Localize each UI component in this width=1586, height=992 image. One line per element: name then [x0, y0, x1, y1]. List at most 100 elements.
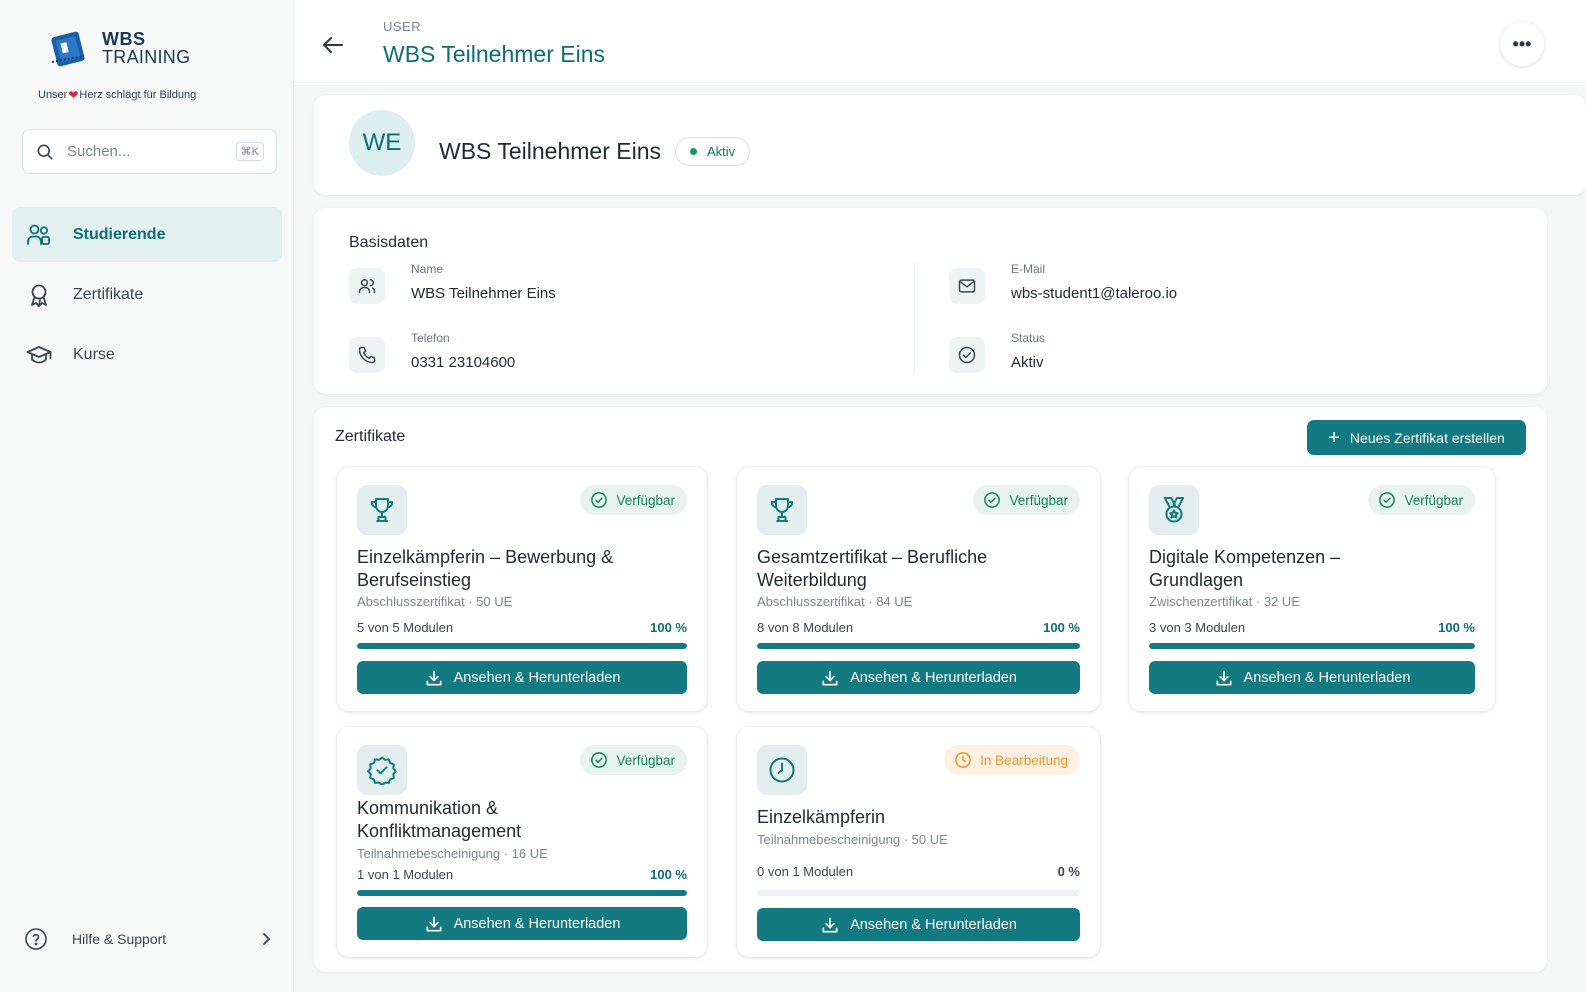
- progress-bar: [1149, 643, 1475, 649]
- new-certificate-label: Neues Zertifikat erstellen: [1349, 429, 1505, 446]
- download-button-label: Ansehen & Herunterladen: [453, 669, 621, 686]
- status-badge: Verfügbar: [580, 745, 687, 775]
- plus-icon: +: [1328, 426, 1340, 449]
- download-button-label: Ansehen & Herunterladen: [850, 916, 1017, 933]
- download-button[interactable]: Ansehen & Herunterladen: [757, 661, 1080, 694]
- progress-percent: 100 %: [650, 620, 687, 635]
- help-support-link[interactable]: Hilfe & Support: [24, 922, 274, 956]
- back-button[interactable]: [320, 32, 346, 58]
- certificate-card: Verfügbar Einzelkämpferin – Bewerbung & …: [337, 467, 707, 711]
- new-certificate-button[interactable]: + Neues Zertifikat erstellen: [1307, 420, 1526, 455]
- field-label: E-Mail: [1011, 262, 1046, 276]
- status-badge-label: Aktiv: [707, 144, 736, 159]
- certificate-title-line: Digitale Kompetenzen –: [1149, 547, 1341, 567]
- certificate-card: Verfügbar Digitale Kompetenzen – Grundla…: [1129, 467, 1495, 711]
- phone-icon: [358, 346, 376, 364]
- status-dot-icon: [690, 148, 697, 155]
- download-button[interactable]: Ansehen & Herunterladen: [1149, 661, 1475, 694]
- check-circle-icon: [591, 492, 608, 508]
- heart-icon: ❤: [68, 88, 79, 102]
- certificate-title-line: Konfliktmanagement: [357, 821, 522, 841]
- certificate-title-line: Kommunikation &: [357, 798, 499, 818]
- certificate-meta: Teilnahmebescheinigung · 50 UE: [757, 832, 948, 847]
- field-value: 0331 23104600: [411, 354, 516, 371]
- sidebar-item-studierende[interactable]: Studierende: [12, 207, 282, 262]
- field-telefon: Telefon 0331 23104600: [349, 331, 516, 373]
- progress-bar: [357, 643, 687, 649]
- check-circle-icon: [958, 346, 976, 364]
- sidebar-item-kurse[interactable]: Kurse: [12, 327, 282, 382]
- graduation-cap-icon: [26, 345, 52, 363]
- status-badge-label: In Bearbeitung: [980, 752, 1068, 768]
- brand-logo[interactable]: WBS TRAINING: [48, 30, 190, 72]
- field-icon-box: [949, 268, 985, 304]
- sidebar-item-label: Studierende: [73, 225, 166, 243]
- mail-icon: [958, 279, 976, 293]
- progress-bar-fill: [357, 643, 687, 649]
- field-value: Aktiv: [1011, 354, 1044, 371]
- search-shortcut: ⌘K: [235, 142, 264, 161]
- progress-label: 3 von 3 Modulen: [1149, 620, 1246, 635]
- sidebar-item-label: Kurse: [73, 345, 115, 363]
- basisdaten-title: Basisdaten: [349, 234, 429, 251]
- certificate-card: Verfügbar Kommunikation & Konfliktmanage…: [337, 727, 707, 957]
- breadcrumb: USER: [383, 19, 422, 34]
- download-icon: [822, 917, 838, 932]
- certificate-icon-box: [757, 745, 807, 795]
- download-button-label: Ansehen & Herunterladen: [453, 915, 621, 932]
- field-icon-box: [349, 268, 385, 304]
- certificate-title-line: Einzelkämpferin: [757, 807, 886, 827]
- medal-icon: [1164, 497, 1184, 523]
- download-icon: [426, 670, 442, 685]
- download-button-label: Ansehen & Herunterladen: [1243, 669, 1411, 686]
- field-label: Telefon: [411, 331, 450, 345]
- brand-tagline: Unser ❤ Herz schlägt für Bildung: [38, 88, 196, 102]
- download-button[interactable]: Ansehen & Herunterladen: [757, 908, 1080, 941]
- download-button-label: Ansehen & Herunterladen: [850, 669, 1017, 686]
- sidebar-item-zertifikate[interactable]: Zertifikate: [12, 267, 282, 322]
- profile-card: WE WBS Teilnehmer Eins Aktiv: [314, 95, 1586, 195]
- field-icon-box: [949, 337, 985, 373]
- zertifikate-section: Zertifikate + Neues Zertifikat erstellen…: [314, 407, 1547, 972]
- progress-label: 5 von 5 Modulen: [357, 620, 454, 635]
- badge-check-icon: [367, 756, 397, 785]
- progress-bar: [357, 890, 687, 896]
- status-badge: Verfügbar: [580, 485, 687, 515]
- tagline-start: Unser: [38, 89, 68, 101]
- status-badge: Verfügbar: [1368, 485, 1475, 515]
- brand-line-1: WBS: [102, 29, 146, 49]
- page-title: WBS Teilnehmer Eins: [383, 41, 605, 67]
- search-input[interactable]: Suchen... ⌘K: [22, 129, 277, 174]
- main-content: WE WBS Teilnehmer Eins Aktiv Basisdaten …: [294, 87, 1586, 992]
- progress-label: 8 von 8 Modulen: [757, 620, 854, 635]
- certificate-icon-box: [1149, 485, 1199, 535]
- check-circle-icon: [591, 752, 608, 768]
- page-header: USER WBS Teilnehmer Eins •••: [294, 0, 1586, 86]
- trophy-icon: [370, 498, 394, 522]
- certificate-title: Digitale Kompetenzen – Grundlagen: [1149, 546, 1340, 592]
- tagline-end: Herz schlägt für Bildung: [79, 89, 197, 101]
- field-label: Name: [411, 262, 444, 276]
- help-label: Hilfe & Support: [72, 931, 167, 947]
- status-badge-label: Verfügbar: [616, 492, 675, 508]
- status-badge: Aktiv: [675, 137, 751, 166]
- sidebar: WBS TRAINING Unser ❤ Herz schlägt für Bi…: [0, 0, 294, 992]
- download-button[interactable]: Ansehen & Herunterladen: [357, 661, 687, 694]
- progress-bar-fill: [757, 643, 1080, 649]
- field-email: E-Mail wbs-student1@taleroo.io: [949, 262, 1178, 304]
- progress-percent: 100 %: [1438, 620, 1475, 635]
- progress-bar: [757, 643, 1080, 649]
- more-options-button[interactable]: •••: [1500, 22, 1544, 66]
- download-button[interactable]: Ansehen & Herunterladen: [357, 907, 687, 940]
- trophy-icon: [770, 498, 794, 522]
- field-status: Status Aktiv: [949, 331, 1045, 373]
- field-divider: [914, 262, 915, 374]
- users-icon: [27, 224, 50, 245]
- award-icon: [31, 284, 47, 307]
- field-value: wbs-student1@taleroo.io: [1011, 285, 1178, 302]
- certificate-title-line: Grundlagen: [1149, 570, 1244, 590]
- download-icon: [426, 916, 442, 931]
- progress-percent: 100 %: [650, 867, 687, 882]
- certificate-title: Einzelkämpferin – Bewerbung & Berufseins…: [357, 546, 613, 592]
- basisdaten-card: Basisdaten Name WBS Teilnehmer Eins E-Ma…: [314, 208, 1547, 394]
